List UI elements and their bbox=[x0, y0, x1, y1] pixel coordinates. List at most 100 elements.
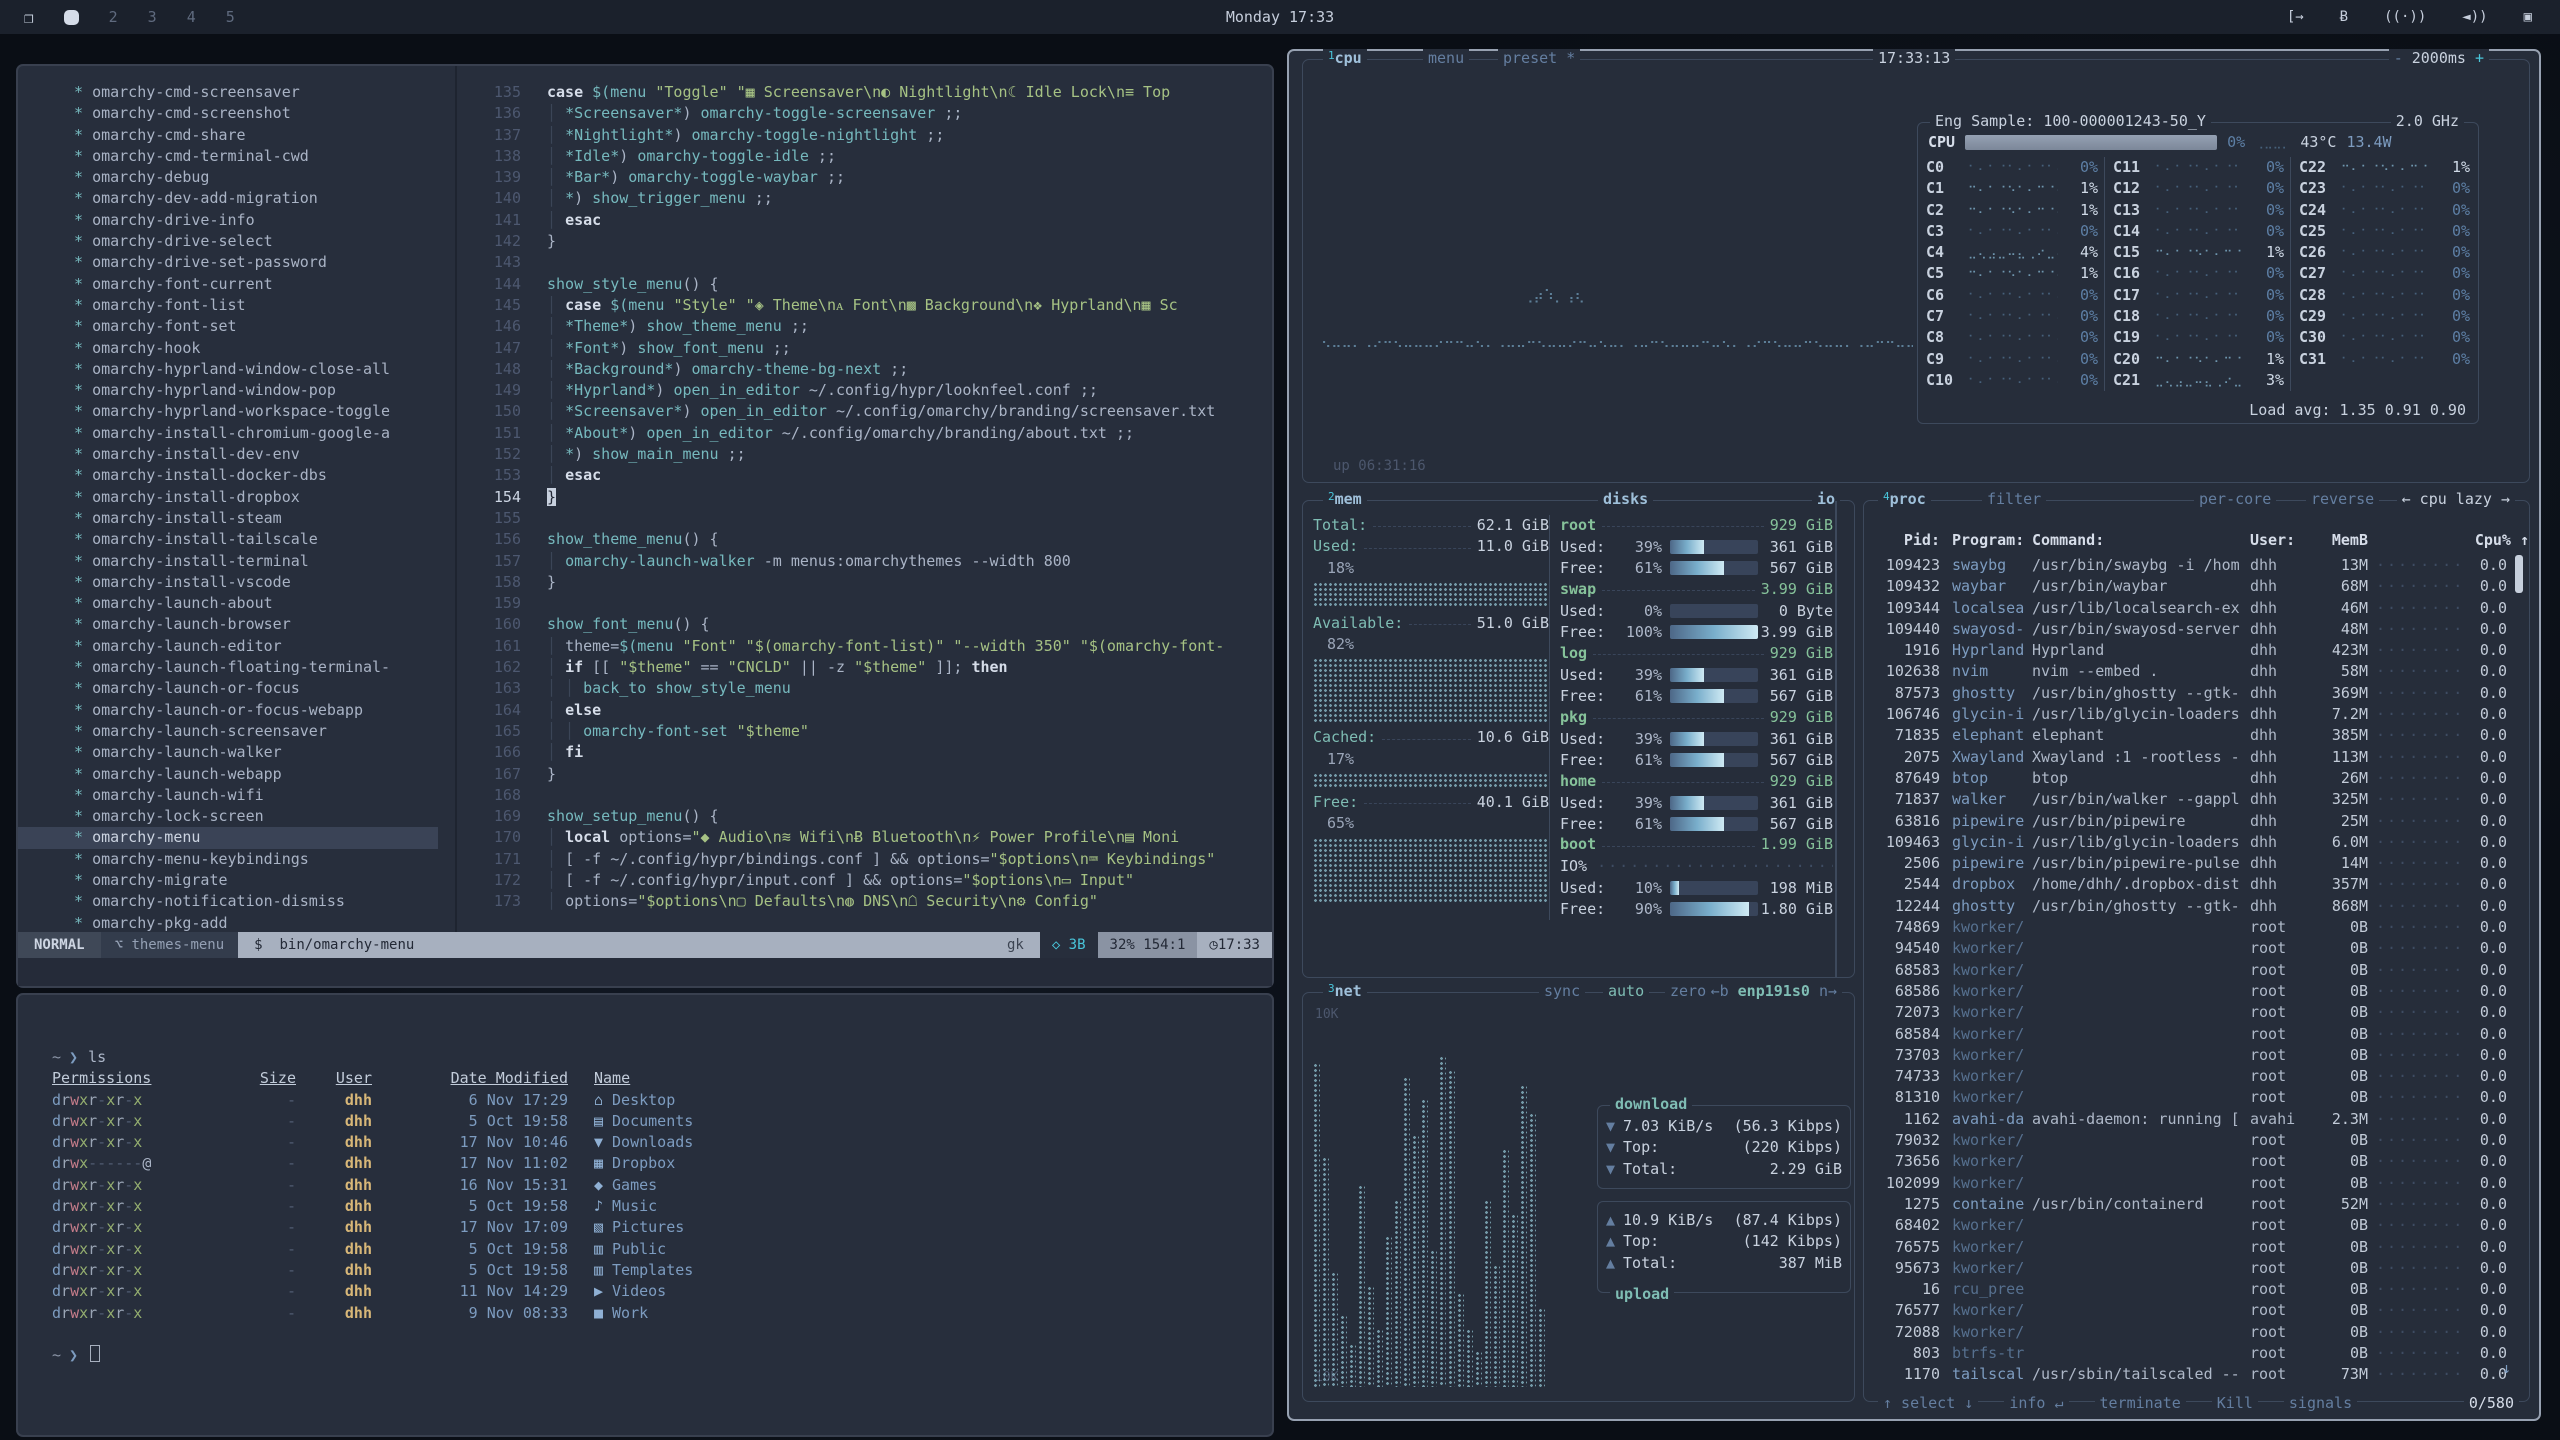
process-row[interactable]: 109423swaybg/usr/bin/swaybg -i /homdhh13… bbox=[1864, 555, 2507, 576]
process-row[interactable]: 1162avahi-daavahi-daemon: running [avahi… bbox=[1864, 1109, 2507, 1130]
net-auto-toggle[interactable]: auto bbox=[1603, 982, 1649, 1000]
file-item[interactable]: * omarchy-launch-browser bbox=[18, 614, 438, 635]
preset-button[interactable]: preset * bbox=[1498, 49, 1580, 67]
col-command[interactable]: Command: bbox=[2032, 531, 2250, 549]
file-item[interactable]: * omarchy-cmd-share bbox=[18, 125, 438, 146]
menu-button[interactable]: menu bbox=[1423, 49, 1469, 67]
process-row[interactable]: 12244ghostty/usr/bin/ghostty --gtk-dhh86… bbox=[1864, 896, 2507, 917]
file-item[interactable]: * omarchy-cmd-screensaver bbox=[18, 82, 438, 103]
file-item[interactable]: * omarchy-launch-editor bbox=[18, 636, 438, 657]
file-item[interactable]: * omarchy-launch-wifi bbox=[18, 785, 438, 806]
mem-box-title[interactable]: 2mem bbox=[1323, 490, 1367, 508]
process-row[interactable]: 73656kworker/root0B·········0.0 bbox=[1864, 1151, 2507, 1172]
process-row[interactable]: 94540kworker/root0B·········0.0 bbox=[1864, 938, 2507, 959]
file-item[interactable]: * omarchy-launch-about bbox=[18, 593, 438, 614]
process-row[interactable]: 81310kworker/root0B·········0.0 bbox=[1864, 1087, 2507, 1108]
file-item[interactable]: * omarchy-install-vscode bbox=[18, 572, 438, 593]
process-row[interactable]: 72088kworker/root0B·········0.0 bbox=[1864, 1322, 2507, 1343]
net-prev-button[interactable]: ←b bbox=[1711, 982, 1729, 1000]
proc-action-signals[interactable]: signals bbox=[2284, 1394, 2357, 1412]
file-item[interactable]: * omarchy-hook bbox=[18, 338, 438, 359]
col-program[interactable]: Program: bbox=[1940, 531, 2032, 549]
process-row[interactable]: 2075XwaylandXwayland :1 -rootless -dhh11… bbox=[1864, 747, 2507, 768]
file-item[interactable]: * omarchy-menu bbox=[18, 827, 438, 848]
process-row[interactable]: 109432waybar/usr/bin/waybardhh68M·······… bbox=[1864, 576, 2507, 597]
process-row[interactable]: 16rcu_preeroot0B·········0.0 bbox=[1864, 1279, 2507, 1300]
file-item[interactable]: * omarchy-hyprland-window-close-all bbox=[18, 359, 438, 380]
file-item[interactable]: * omarchy-font-list bbox=[18, 295, 438, 316]
proc-box-title[interactable]: 4proc bbox=[1878, 490, 1931, 508]
file-item[interactable]: * omarchy-drive-info bbox=[18, 210, 438, 231]
proc-filter-button[interactable]: filter bbox=[1982, 490, 2046, 508]
proc-scrollbar[interactable] bbox=[2515, 555, 2523, 593]
net-next-button[interactable]: n→ bbox=[1819, 982, 1837, 1000]
file-item[interactable]: * omarchy-notification-dismiss bbox=[18, 891, 438, 912]
terminal-window[interactable]: ~❯lsPermissionsSizeUserDate ModifiedName… bbox=[16, 993, 1274, 1437]
file-item[interactable]: * omarchy-cmd-screenshot bbox=[18, 103, 438, 124]
col-user[interactable]: User: bbox=[2250, 531, 2312, 549]
file-item[interactable]: * omarchy-install-steam bbox=[18, 508, 438, 529]
proc-action-info[interactable]: info ↵ bbox=[2004, 1394, 2068, 1412]
process-row[interactable]: 71837walker/usr/bin/walker --gappldhh325… bbox=[1864, 789, 2507, 810]
file-item[interactable]: * omarchy-hyprland-window-pop bbox=[18, 380, 438, 401]
process-row[interactable]: 109463glycin-i/usr/lib/glycin-loadersdhh… bbox=[1864, 832, 2507, 853]
file-item[interactable]: * omarchy-launch-floating-terminal- bbox=[18, 657, 438, 678]
process-row[interactable]: 68586kworker/root0B·········0.0 bbox=[1864, 981, 2507, 1002]
rate-increase-button[interactable]: + bbox=[2475, 49, 2484, 67]
proc-sort-selector[interactable]: ← cpu lazy → bbox=[2397, 490, 2515, 508]
proc-percore-toggle[interactable]: per-core bbox=[2194, 490, 2276, 508]
process-row[interactable]: 76575kworker/root0B·········0.0 bbox=[1864, 1237, 2507, 1258]
col-pid[interactable]: Pid: bbox=[1864, 531, 1940, 549]
proc-action-terminate[interactable]: terminate bbox=[2095, 1394, 2186, 1412]
net-box-title[interactable]: 3net bbox=[1323, 982, 1367, 1000]
sort-direction-icon[interactable]: ↑ bbox=[2520, 531, 2529, 549]
file-item[interactable]: * omarchy-cmd-terminal-cwd bbox=[18, 146, 438, 167]
rate-decrease-button[interactable]: - bbox=[2394, 49, 2403, 67]
file-list-pane[interactable]: * omarchy-cmd-screensaver* omarchy-cmd-s… bbox=[18, 66, 438, 932]
file-item[interactable]: * omarchy-font-set bbox=[18, 316, 438, 337]
process-row[interactable]: 74869kworker/root0B·········0.0 bbox=[1864, 917, 2507, 938]
file-item[interactable]: * omarchy-launch-walker bbox=[18, 742, 438, 763]
cpu-box-title[interactable]: 1cpu bbox=[1323, 49, 1367, 67]
net-sync-toggle[interactable]: sync bbox=[1539, 982, 1585, 1000]
file-item[interactable]: * omarchy-install-docker-dbs bbox=[18, 465, 438, 486]
process-row[interactable]: 73703kworker/root0B·········0.0 bbox=[1864, 1045, 2507, 1066]
file-item[interactable]: * omarchy-launch-or-focus bbox=[18, 678, 438, 699]
code-pane[interactable]: 135case $(menu "Toggle" "▦ Screensaver\n… bbox=[457, 66, 1272, 932]
file-item[interactable]: * omarchy-lock-screen bbox=[18, 806, 438, 827]
file-item[interactable]: * omarchy-hyprland-workspace-toggle bbox=[18, 401, 438, 422]
process-row[interactable]: 63816pipewire/usr/bin/pipewiredhh25M····… bbox=[1864, 811, 2507, 832]
file-item[interactable]: * omarchy-launch-screensaver bbox=[18, 721, 438, 742]
file-item[interactable]: * omarchy-launch-or-focus-webapp bbox=[18, 700, 438, 721]
proc-reverse-toggle[interactable]: reverse bbox=[2306, 490, 2379, 508]
file-item[interactable]: * omarchy-install-dev-env bbox=[18, 444, 438, 465]
process-row[interactable]: 79032kworker/root0B·········0.0 bbox=[1864, 1130, 2507, 1151]
proc-action-select[interactable]: ↑ select ↓ bbox=[1878, 1394, 1978, 1412]
process-row[interactable]: 87573ghostty/usr/bin/ghostty --gtk-dhh36… bbox=[1864, 683, 2507, 704]
file-item[interactable]: * omarchy-install-terminal bbox=[18, 551, 438, 572]
file-item[interactable]: * omarchy-install-tailscale bbox=[18, 529, 438, 550]
file-item[interactable]: * omarchy-launch-webapp bbox=[18, 764, 438, 785]
process-row[interactable]: 68583kworker/root0B·········0.0 bbox=[1864, 960, 2507, 981]
file-item[interactable]: * omarchy-install-dropbox bbox=[18, 487, 438, 508]
process-row[interactable]: 109344localsea/usr/lib/localsearch-exdhh… bbox=[1864, 598, 2507, 619]
process-row[interactable]: 71835elephantelephantdhh385M·········0.0 bbox=[1864, 725, 2507, 746]
process-row[interactable]: 2506pipewire/usr/bin/pipewire-pulsedhh14… bbox=[1864, 853, 2507, 874]
process-row[interactable]: 102638nvimnvim --embed .dhh58M·········0… bbox=[1864, 661, 2507, 682]
process-row[interactable]: 1916HyprlandHyprlanddhh423M·········0.0 bbox=[1864, 640, 2507, 661]
process-row[interactable]: 102099kworker/root0B·········0.0 bbox=[1864, 1173, 2507, 1194]
process-row[interactable]: 1170tailscal/usr/sbin/tailscaled --root7… bbox=[1864, 1364, 2507, 1385]
process-row[interactable]: 87649btopbtopdhh26M·········0.0 bbox=[1864, 768, 2507, 789]
col-memb[interactable]: MemB bbox=[2312, 531, 2368, 549]
file-item[interactable]: * omarchy-font-current bbox=[18, 274, 438, 295]
process-row[interactable]: 76577kworker/root0B·········0.0 bbox=[1864, 1300, 2507, 1321]
process-row[interactable]: 95673kworker/root0B·········0.0 bbox=[1864, 1258, 2507, 1279]
file-item[interactable]: * omarchy-dev-add-migration bbox=[18, 188, 438, 209]
process-row[interactable]: 109440swayosd-/usr/bin/swayosd-serverdhh… bbox=[1864, 619, 2507, 640]
command-line-area[interactable] bbox=[18, 958, 1272, 986]
process-row[interactable]: 803btrfs-trroot0B·········0.0 bbox=[1864, 1343, 2507, 1364]
file-item[interactable]: * omarchy-debug bbox=[18, 167, 438, 188]
col-cpu[interactable]: Cpu% ↑ bbox=[2460, 531, 2529, 549]
process-row[interactable]: 68402kworker/root0B·········0.0 bbox=[1864, 1215, 2507, 1236]
process-row[interactable]: 68584kworker/root0B·········0.0 bbox=[1864, 1024, 2507, 1045]
